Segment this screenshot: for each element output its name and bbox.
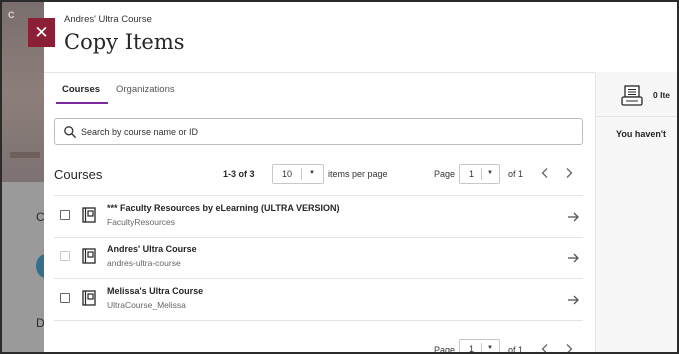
course-icon	[82, 248, 96, 264]
tab-organizations[interactable]: Organizations	[116, 84, 175, 95]
page-select[interactable]: 1 ▼	[459, 164, 500, 184]
course-title: Andres' Ultra Course	[107, 244, 197, 254]
background-page: C C D	[2, 2, 46, 352]
page-label: Page	[434, 169, 456, 179]
course-title: Melissa's Ultra Course	[107, 286, 204, 296]
chevron-left-icon[interactable]	[538, 342, 552, 352]
page-select-bottom[interactable]: 1 ▼	[459, 339, 500, 352]
course-name: Andres' Ultra Course	[64, 14, 152, 25]
per-page-value: 10	[282, 169, 293, 179]
list-title: Courses	[54, 167, 103, 182]
arrow-right-icon[interactable]	[566, 293, 580, 307]
caret-down-icon: ▼	[487, 170, 493, 176]
close-icon: ✕	[34, 23, 49, 42]
close-button[interactable]: ✕	[28, 18, 55, 47]
page-label: Page	[434, 345, 456, 352]
course-checkbox	[60, 251, 70, 261]
search-icon	[64, 126, 76, 138]
course-id: andres-ultra-course	[107, 258, 181, 268]
panel-header: Andres' Ultra Course Copy Items	[44, 2, 677, 73]
copy-items-panel: Andres' Ultra Course Copy Items Courses …	[44, 2, 677, 352]
course-icon	[82, 290, 96, 306]
per-page-select[interactable]: 10 ▼	[272, 164, 324, 184]
chevron-left-icon[interactable]	[538, 166, 552, 180]
chevron-right-icon[interactable]	[562, 342, 576, 352]
background-text: C	[8, 10, 15, 20]
selected-items-panel: 0 Ite You haven't	[595, 72, 677, 352]
empty-selection-message: You haven't	[616, 129, 666, 139]
chevron-right-icon[interactable]	[562, 166, 576, 180]
search-box	[54, 118, 583, 145]
page-count: of 1	[508, 345, 524, 352]
course-checkbox[interactable]	[60, 210, 70, 220]
course-row[interactable]: Andres' Ultra Course andres-ultra-course	[54, 237, 583, 279]
selected-items-header: 0 Ite	[596, 72, 677, 117]
caret-down-icon: ▼	[487, 345, 493, 351]
tab-courses[interactable]: Courses	[62, 84, 100, 95]
active-tab-indicator	[56, 102, 108, 104]
course-checkbox[interactable]	[60, 293, 70, 303]
select-divider	[481, 168, 482, 180]
background-decoration	[10, 152, 40, 158]
select-divider	[301, 168, 302, 180]
course-row[interactable]: Melissa's Ultra Course UltraCourse_Melis…	[54, 279, 583, 321]
items-per-page-label: items per page	[328, 169, 388, 179]
page-title: Copy Items	[64, 30, 185, 54]
printer-icon	[621, 85, 643, 106]
course-id: FacultyResources	[107, 217, 176, 227]
course-id: UltraCourse_Melissa	[107, 300, 186, 310]
course-icon	[82, 207, 96, 223]
selected-items-count: 0 Ite	[653, 90, 671, 100]
result-range: 1-3 of 3	[223, 169, 255, 179]
arrow-right-icon[interactable]	[566, 251, 580, 265]
course-row[interactable]: *** Faculty Resources by eLearning (ULTR…	[54, 195, 583, 238]
page-count: of 1	[508, 169, 524, 179]
tab-bar: Courses Organizations	[54, 80, 594, 106]
select-divider	[481, 343, 482, 352]
page-value: 1	[469, 169, 475, 179]
search-input[interactable]	[81, 123, 561, 141]
page-value: 1	[469, 344, 475, 352]
arrow-right-icon[interactable]	[566, 210, 580, 224]
course-title: *** Faculty Resources by eLearning (ULTR…	[107, 203, 340, 213]
caret-down-icon: ▼	[309, 170, 315, 176]
